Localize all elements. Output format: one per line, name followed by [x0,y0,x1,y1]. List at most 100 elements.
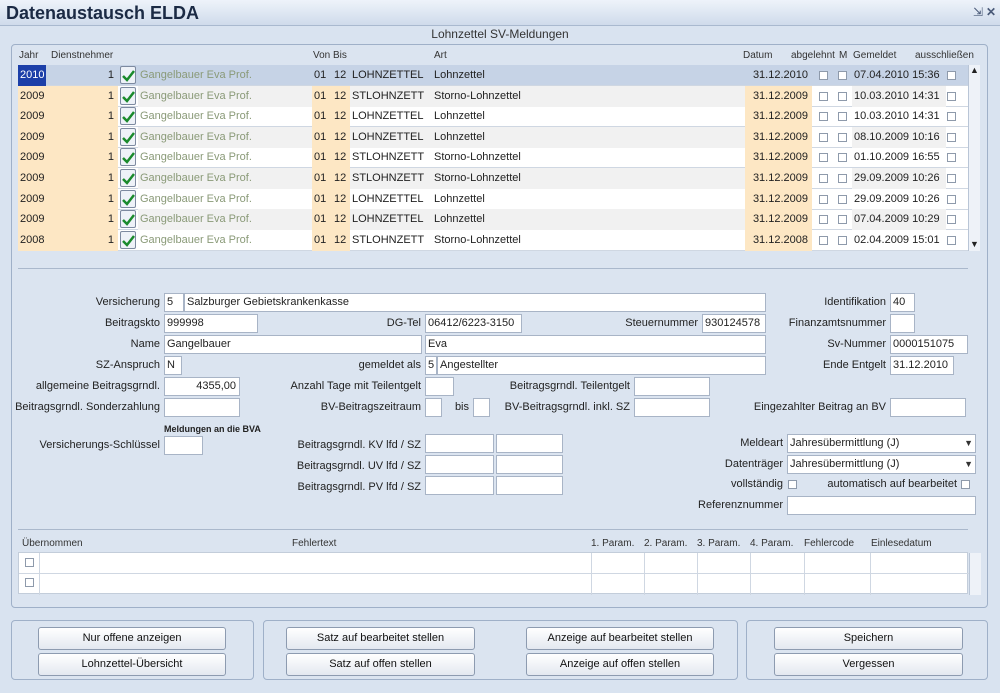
pin-icon[interactable]: ⇲ [973,5,983,19]
referenznummer-field[interactable] [787,496,976,515]
abgelehnt-checkbox[interactable] [819,235,828,245]
uv-lfd-field[interactable] [425,455,494,474]
pv-sz-field[interactable] [496,476,563,495]
pv-lfd-field[interactable] [425,476,494,495]
col-m[interactable]: M [839,50,847,61]
col-fehlertext[interactable]: Fehlertext [292,538,336,549]
anzeige-offen-button[interactable]: Anzeige auf offen stellen [526,653,714,676]
anzeige-bearbeitet-button[interactable]: Anzeige auf bearbeitet stellen [526,627,714,650]
error-row-checkbox[interactable] [25,578,34,587]
col-von[interactable]: Von [313,50,330,61]
abgelehnt-checkbox[interactable] [819,215,828,225]
col-datum[interactable]: Datum [743,50,772,61]
col-art[interactable]: Art [434,50,447,61]
col-fehlercode[interactable]: Fehlercode [804,538,854,549]
check-icon[interactable] [120,86,136,105]
ausschliessen-checkbox[interactable] [947,215,956,225]
ausschliessen-checkbox[interactable] [947,91,956,101]
meldeart-select[interactable]: Jahresübermittlung (J) ▼ [787,434,976,453]
check-icon[interactable] [120,127,136,146]
scroll-down-icon[interactable]: ▼ [970,239,979,249]
table-row[interactable]: 2009 1 Gangelbauer Eva Prof. 01 12 LOHNZETTEL… [18,126,968,148]
table-row[interactable]: 2009 1 Gangelbauer Eva Prof. 01 12 STLOHNZETT… [18,168,968,189]
szanspruch-field[interactable]: N [164,356,182,375]
abgelehnt-checkbox[interactable] [819,132,828,142]
check-icon[interactable] [120,230,136,249]
col-param2[interactable]: 2. Param. [644,538,687,549]
m-checkbox[interactable] [838,112,847,122]
gemeldet-als-nr-field[interactable]: 5 [425,356,437,375]
beitragskto-field[interactable]: 999998 [164,314,258,333]
ausschliessen-checkbox[interactable] [947,132,956,142]
auto-bearbeitet-checkbox[interactable] [961,480,970,489]
m-checkbox[interactable] [838,91,847,101]
bv-zeitraum-bis-field[interactable] [473,398,490,417]
col-param1[interactable]: 1. Param. [591,538,634,549]
m-checkbox[interactable] [838,132,847,142]
col-uebernommen[interactable]: Übernommen [22,538,83,549]
ausschliessen-checkbox[interactable] [947,112,956,122]
vergessen-button[interactable]: Vergessen [774,653,963,676]
m-checkbox[interactable] [838,194,847,204]
datentraeger-select[interactable]: Jahresübermittlung (J) ▼ [787,455,976,474]
error-scrollbar[interactable] [969,553,981,595]
check-icon[interactable] [120,189,136,208]
name-field[interactable]: Gangelbauer [164,335,422,354]
ende-entgelt-field[interactable]: 31.12.2010 [890,356,954,375]
table-row[interactable]: 2009 1 Gangelbauer Eva Prof. 01 12 STLOHNZETT… [18,147,968,169]
bv-zeitraum-von-field[interactable] [425,398,442,417]
col-gemeldet[interactable]: Gemeldet [853,50,896,61]
abgelehnt-checkbox[interactable] [819,71,828,80]
check-icon[interactable] [120,148,136,167]
kv-lfd-field[interactable] [425,434,494,453]
lohnzettel-uebersicht-button[interactable]: Lohnzettel-Übersicht [38,653,226,676]
kv-sz-field[interactable] [496,434,563,453]
bv-bgl-sz-field[interactable] [634,398,710,417]
table-row[interactable]: 2009 1 Gangelbauer Eva Prof. 01 12 LOHNZETTEL… [18,209,968,231]
finanzamt-field[interactable] [890,314,915,333]
ausschliessen-checkbox[interactable] [947,174,956,183]
m-checkbox[interactable] [838,215,847,225]
vorname-field[interactable]: Eva [425,335,766,354]
tage-teilentgelt-field[interactable] [425,377,454,396]
table-row[interactable]: 2008 1 Gangelbauer Eva Prof. 01 12 STLOHNZETT… [18,229,968,251]
col-einlesedatum[interactable]: Einlesedatum [871,538,932,549]
dgtel-field[interactable]: 06412/6223-3150 [425,314,522,333]
m-checkbox[interactable] [838,235,847,245]
table-row[interactable]: 2009 1 Gangelbauer Eva Prof. 01 12 LOHNZETTEL… [18,106,968,128]
col-param3[interactable]: 3. Param. [697,538,740,549]
m-checkbox[interactable] [838,174,847,183]
col-abgelehnt[interactable]: abgelehnt [791,50,835,61]
check-icon[interactable] [120,210,136,229]
abgelehnt-checkbox[interactable] [819,112,828,122]
abgelehnt-checkbox[interactable] [819,153,828,163]
gemeldet-als-field[interactable]: Angestellter [437,356,766,375]
check-icon[interactable] [120,107,136,126]
ausschliessen-checkbox[interactable] [947,235,956,245]
error-row-checkbox[interactable] [25,558,34,567]
nur-offene-button[interactable]: Nur offene anzeigen [38,627,226,650]
col-param4[interactable]: 4. Param. [750,538,793,549]
table-row[interactable]: 2009 1 Gangelbauer Eva Prof. 01 12 LOHNZETTEL… [18,188,968,210]
abgelehnt-checkbox[interactable] [819,194,828,204]
vollstaendig-checkbox[interactable] [788,480,797,489]
scroll-up-icon[interactable]: ▲ [970,65,979,75]
svnummer-field[interactable]: 0000151075 [890,335,968,354]
satz-bearbeitet-button[interactable]: Satz auf bearbeitet stellen [286,627,475,650]
bgl-teilentgelt-field[interactable] [634,377,710,396]
col-dienstnehmer[interactable]: Dienstnehmer [51,50,113,61]
vers-schluessel-field[interactable] [164,436,203,455]
allg-bgl-field[interactable]: 4355,00 [164,377,240,396]
m-checkbox[interactable] [838,71,847,80]
versicherung-field[interactable]: Salzburger Gebietskrankenkasse [184,293,766,312]
bv-eingezahlt-field[interactable] [890,398,966,417]
uv-sz-field[interactable] [496,455,563,474]
ausschliessen-checkbox[interactable] [947,153,956,163]
abgelehnt-checkbox[interactable] [819,91,828,101]
versicherung-nr-field[interactable]: 5 [164,293,184,312]
m-checkbox[interactable] [838,153,847,163]
steuernummer-field[interactable]: 930124578 [702,314,766,333]
check-icon[interactable] [120,66,136,84]
close-icon[interactable]: ✕ [986,5,996,19]
bgl-sonderzahlung-field[interactable] [164,398,240,417]
